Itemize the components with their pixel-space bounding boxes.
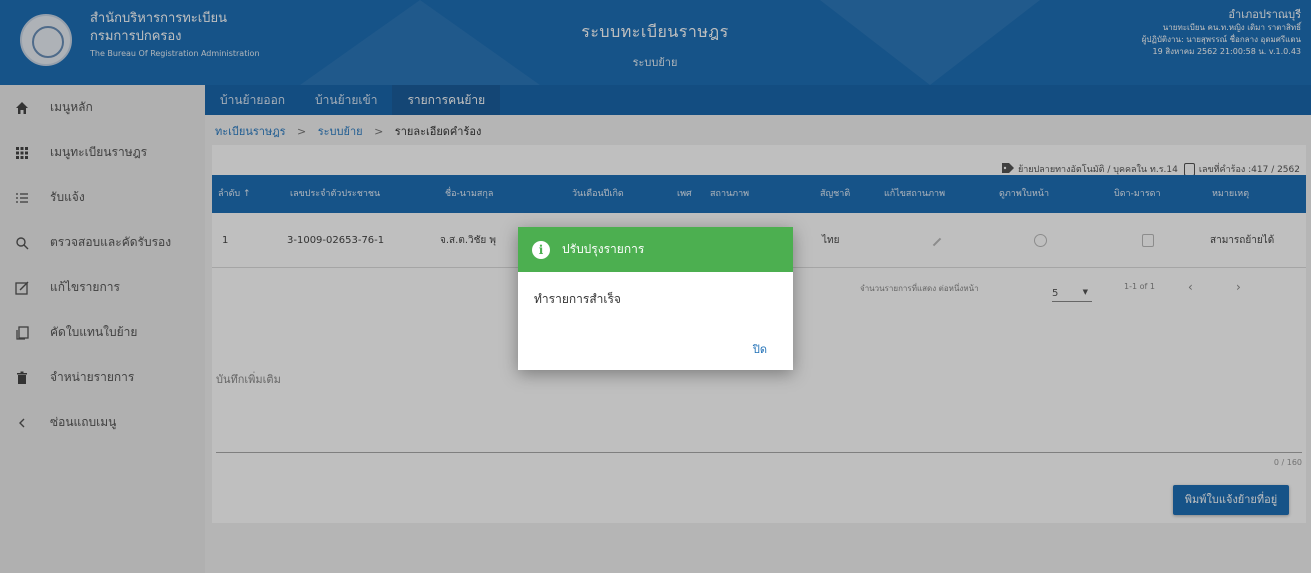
info-icon: i xyxy=(532,240,550,259)
dialog-title: ปรับปรุงรายการ xyxy=(562,242,645,256)
update-dialog: i ปรับปรุงรายการ ทำรายการสำเร็จ ปิด xyxy=(518,227,793,370)
dialog-header: i ปรับปรุงรายการ xyxy=(518,227,793,272)
close-button[interactable]: ปิด xyxy=(753,340,767,358)
dialog-message: ทำรายการสำเร็จ xyxy=(534,292,621,306)
